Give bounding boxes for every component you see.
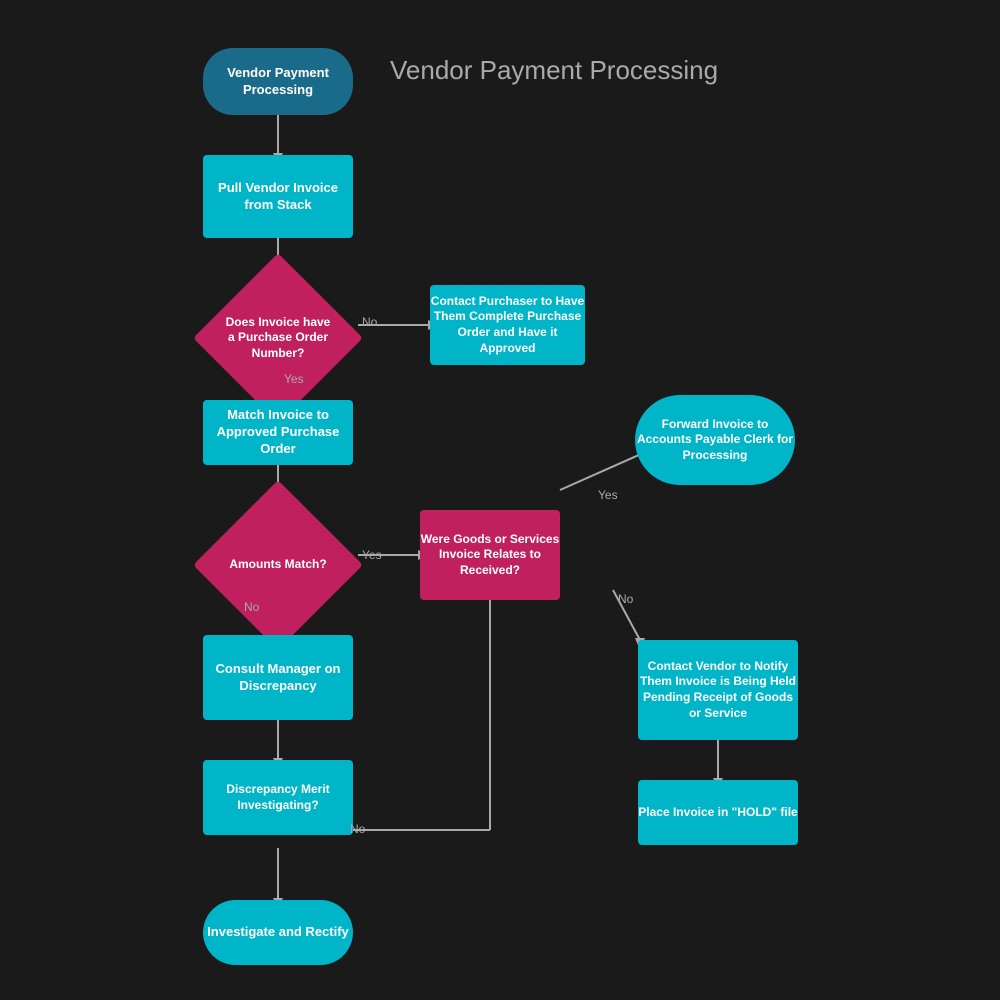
place-hold-node: Place Invoice in "HOLD" file [638, 780, 798, 845]
no-label-po: No [362, 315, 377, 329]
consult-manager-node: Consult Manager on Discrepancy [203, 635, 353, 720]
yes-label-po: Yes [284, 372, 304, 386]
match-invoice-node: Match Invoice to Approved Purchase Order [203, 400, 353, 465]
start-node: Vendor Payment Processing [203, 48, 353, 115]
no-label-discrepancy: No [350, 822, 365, 836]
yes-label-goods: Yes [598, 488, 618, 502]
contact-vendor-node: Contact Vendor to Notify Them Invoice is… [638, 640, 798, 740]
investigate-node: Investigate and Rectify [203, 900, 353, 965]
forward-invoice-node: Forward Invoice to Accounts Payable Cler… [635, 395, 795, 485]
no-label-amounts: No [244, 600, 259, 614]
yes-label-amounts: Yes [362, 548, 382, 562]
no-label-goods: No [618, 592, 633, 606]
pull-invoice-node: Pull Vendor Invoice from Stack [203, 155, 353, 238]
page-title: Vendor Payment Processing [390, 55, 718, 86]
has-po-diamond: Does Invoice have a Purchase Order Numbe… [218, 278, 338, 398]
goods-received-node: Were Goods or Services Invoice Relates t… [420, 510, 560, 600]
amounts-match-diamond: Amounts Match? [218, 505, 338, 625]
contact-purchaser-node: Contact Purchaser to Have Them Complete … [430, 285, 585, 365]
canvas: Vendor Payment Processing [0, 0, 1000, 1000]
discrepancy-merit-node: Discrepancy Merit Investigating? [203, 760, 353, 835]
connectors [0, 0, 1000, 1000]
